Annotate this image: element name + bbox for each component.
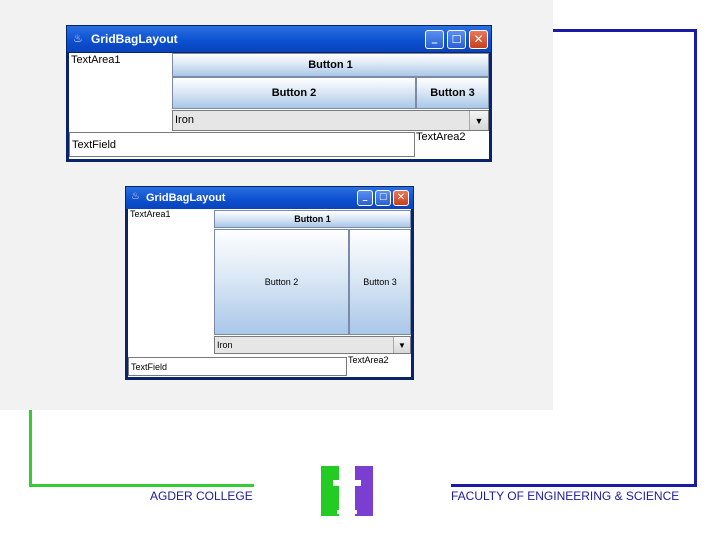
maximize-button[interactable]: ☐ bbox=[375, 190, 391, 206]
frame-line-green-left bbox=[29, 410, 32, 487]
minimize-button[interactable]: _ bbox=[425, 30, 444, 49]
window-client: TextArea1 Button 1 Button 2 Button 3 Iro… bbox=[128, 209, 411, 377]
textarea2[interactable]: TextArea2 bbox=[347, 355, 411, 377]
button3[interactable]: Button 3 bbox=[416, 77, 489, 109]
textfield[interactable]: TextField bbox=[69, 132, 415, 157]
title-bar[interactable]: ♨ GridBagLayout _ ☐ ✕ bbox=[67, 26, 491, 52]
frame-line-blue-right bbox=[694, 29, 697, 487]
button3[interactable]: Button 3 bbox=[349, 229, 411, 335]
textfield[interactable]: TextField bbox=[128, 357, 347, 376]
combo-box[interactable]: Iron ▼ bbox=[214, 336, 411, 354]
dropdown-arrow-icon[interactable]: ▼ bbox=[469, 111, 488, 130]
frame-line-blue-top bbox=[553, 29, 697, 32]
college-logo-icon bbox=[321, 466, 373, 516]
button1[interactable]: Button 1 bbox=[214, 210, 411, 228]
java-icon: ♨ bbox=[131, 191, 140, 202]
combo-value: Iron bbox=[217, 340, 233, 350]
footer-college-name: AGDER COLLEGE bbox=[150, 489, 253, 503]
gridbag-window-small: ♨ GridBagLayout _ ☐ ✕ TextArea1 Button 1… bbox=[125, 186, 414, 380]
gridbag-window-large: ♨ GridBagLayout _ ☐ ✕ TextArea1 Button 1… bbox=[66, 25, 492, 162]
minimize-button[interactable]: _ bbox=[357, 190, 373, 206]
frame-line-blue-bottom bbox=[451, 484, 697, 487]
button2[interactable]: Button 2 bbox=[172, 77, 416, 109]
textarea1[interactable]: TextArea1 bbox=[69, 53, 172, 131]
close-button[interactable]: ✕ bbox=[469, 30, 488, 49]
textarea2[interactable]: TextArea2 bbox=[415, 131, 489, 159]
close-button[interactable]: ✕ bbox=[393, 190, 409, 206]
textarea1[interactable]: TextArea1 bbox=[128, 209, 214, 355]
maximize-button[interactable]: ☐ bbox=[447, 30, 466, 49]
button2[interactable]: Button 2 bbox=[214, 229, 349, 335]
button1[interactable]: Button 1 bbox=[172, 53, 489, 77]
title-bar[interactable]: ♨ GridBagLayout _ ☐ ✕ bbox=[126, 187, 413, 209]
window-title: GridBagLayout bbox=[91, 32, 178, 46]
combo-value: Iron bbox=[175, 114, 194, 126]
window-client: TextArea1 Button 1 Button 2 Button 3 Iro… bbox=[69, 53, 489, 159]
frame-line-green-bottom bbox=[29, 484, 254, 487]
combo-box[interactable]: Iron ▼ bbox=[172, 110, 489, 131]
java-icon: ♨ bbox=[73, 32, 83, 45]
window-title: GridBagLayout bbox=[146, 192, 226, 204]
footer-faculty-name: FACULTY OF ENGINEERING & SCIENCE bbox=[451, 489, 680, 503]
dropdown-arrow-icon[interactable]: ▼ bbox=[393, 337, 410, 353]
